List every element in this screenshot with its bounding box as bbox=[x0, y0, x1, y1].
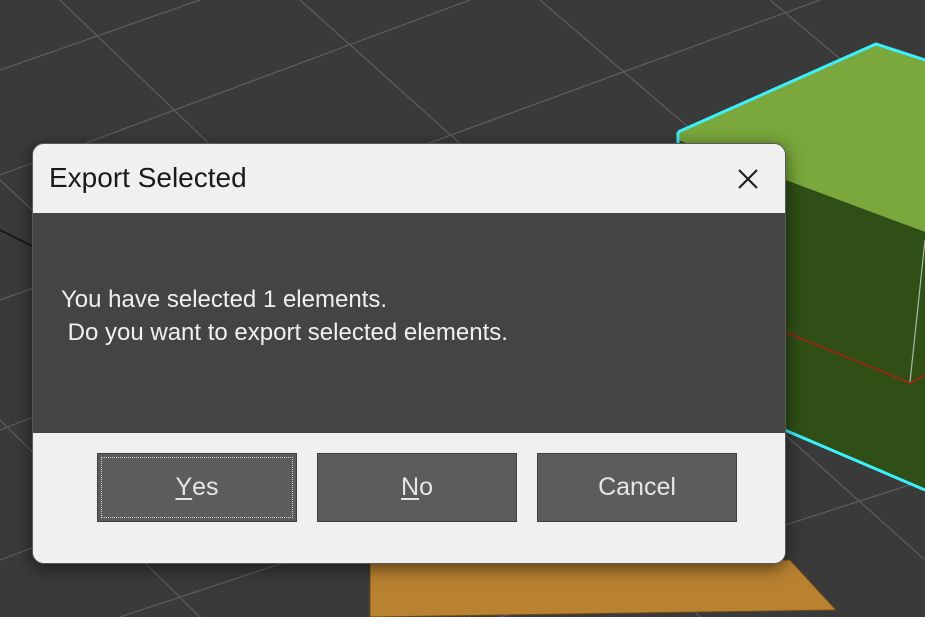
yes-button-accelerator: Y bbox=[175, 473, 193, 501]
no-button[interactable]: No bbox=[317, 453, 517, 522]
floor-plane bbox=[369, 559, 838, 617]
yes-button-label: es bbox=[192, 473, 219, 501]
close-icon bbox=[738, 169, 758, 189]
export-selected-dialog: Export Selected You have selected 1 elem… bbox=[32, 143, 786, 564]
dialog-button-bar: Yes No Cancel bbox=[33, 433, 785, 563]
no-button-accelerator: N bbox=[401, 473, 420, 501]
close-button[interactable] bbox=[731, 162, 765, 196]
no-button-label: o bbox=[419, 473, 433, 501]
dialog-message: You have selected 1 elements. Do you wan… bbox=[61, 286, 508, 346]
dialog-content: You have selected 1 elements. Do you wan… bbox=[33, 213, 785, 433]
yes-button[interactable]: Yes bbox=[97, 453, 297, 522]
dialog-titlebar[interactable]: Export Selected bbox=[33, 144, 785, 213]
cancel-button[interactable]: Cancel bbox=[537, 453, 737, 522]
dialog-title: Export Selected bbox=[49, 162, 247, 193]
cancel-button-label: Cancel bbox=[598, 473, 676, 501]
